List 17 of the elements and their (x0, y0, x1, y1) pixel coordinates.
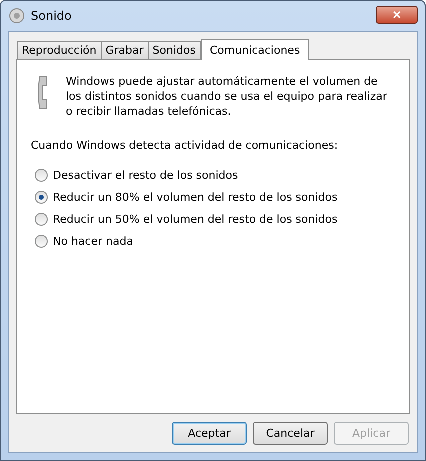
radio-button[interactable] (35, 191, 48, 204)
radio-option[interactable]: No hacer nada (31, 235, 395, 248)
dialog-button[interactable]: Aceptar (172, 422, 247, 445)
radio-button[interactable] (35, 235, 48, 248)
radio-option[interactable]: Desactivar el resto de los sonidos (31, 169, 395, 182)
prompt-text: Cuando Windows detecta actividad de comunicaciones: (31, 139, 340, 152)
radio-option[interactable]: Reducir un 50% el volumen del resto de los sonidos (31, 213, 395, 226)
dialog-button[interactable]: Cancelar (253, 422, 328, 445)
tab[interactable]: Sonidos (148, 41, 201, 59)
tab[interactable]: Comunicaciones (200, 39, 310, 60)
window-title: Sonido (31, 9, 72, 23)
description-text: Windows puede ajustar automáticamente el volumen de los distintos sonidos cuando se usa el equipo para realizar o recibir llamadas telefónicas. (66, 74, 388, 119)
radio-option[interactable]: Reducir un 80% el volumen del resto de los sonidos (31, 191, 395, 204)
radio-button[interactable] (35, 213, 48, 226)
radio-button[interactable] (35, 169, 48, 182)
tab[interactable]: Reproducción (17, 41, 102, 59)
tab[interactable]: Grabar (100, 41, 149, 59)
